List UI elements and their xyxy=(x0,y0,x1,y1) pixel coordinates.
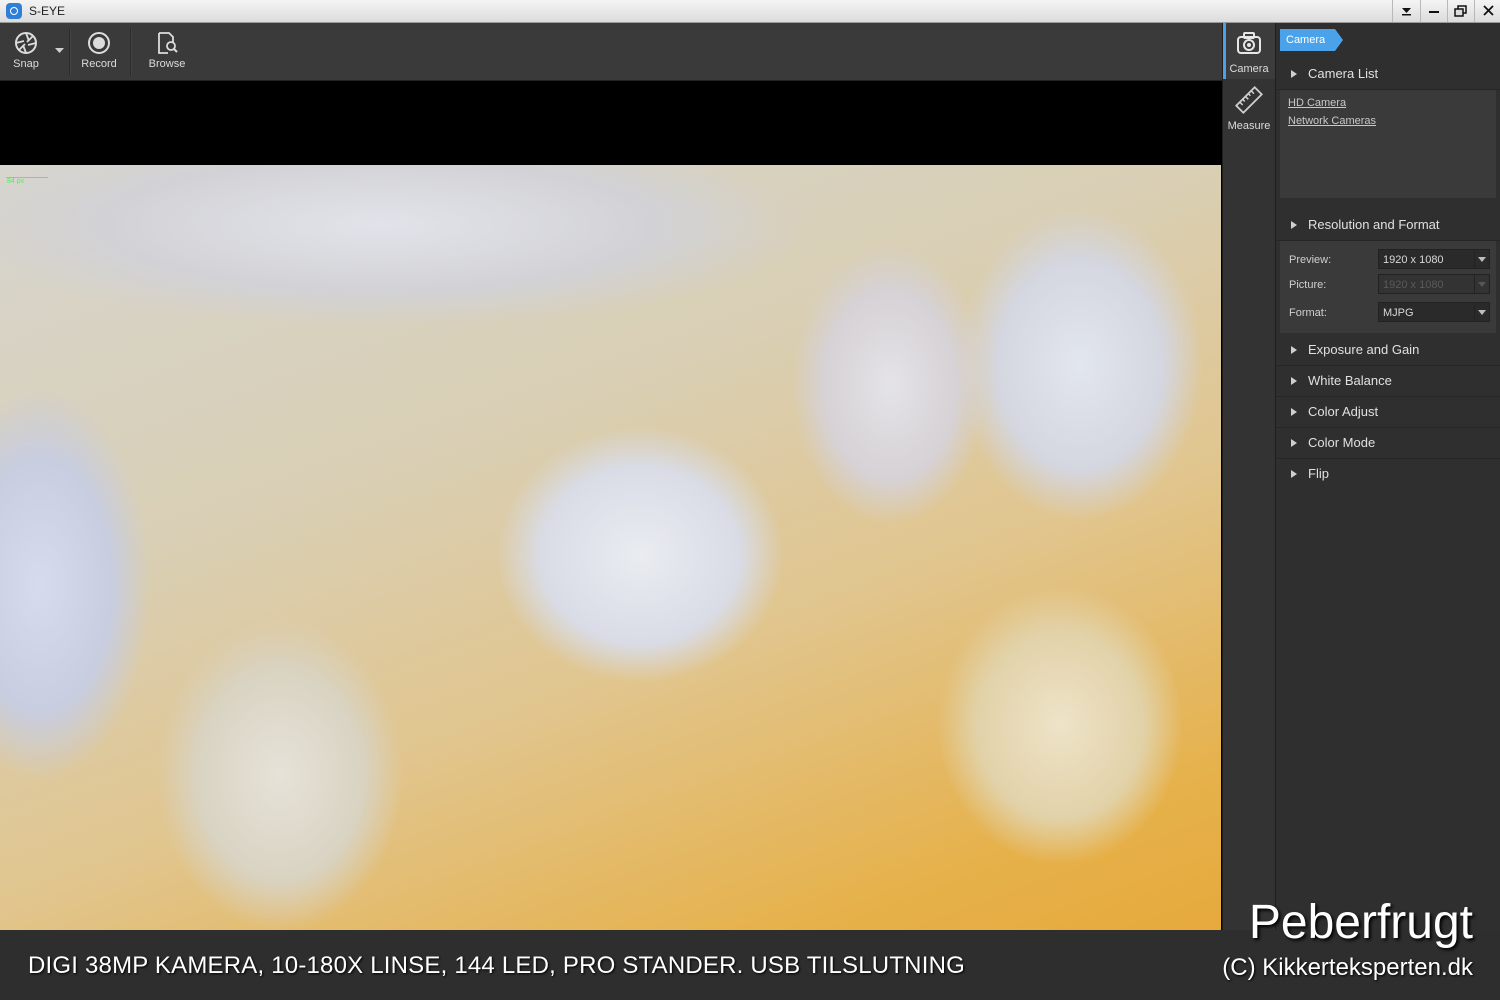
format-value: MJPG xyxy=(1383,307,1414,319)
tab-camera[interactable]: Camera xyxy=(1223,23,1275,79)
section-title: Color Mode xyxy=(1308,435,1376,450)
record-icon xyxy=(88,32,110,54)
window-menu-button[interactable] xyxy=(1392,0,1420,22)
section-title: Color Adjust xyxy=(1308,404,1379,419)
section-color-mode[interactable]: Color Mode xyxy=(1276,428,1500,459)
chevron-down-icon xyxy=(55,48,64,53)
toolbar-divider xyxy=(130,29,132,75)
section-white-balance[interactable]: White Balance xyxy=(1276,366,1500,397)
copyright-text: (C) Kikkerteksperten.dk xyxy=(1222,954,1473,981)
resolution-box: Preview: 1920 x 1080 Picture: 1920 x 108… xyxy=(1280,241,1496,333)
format-select[interactable]: MJPG xyxy=(1378,302,1490,322)
section-title: Camera List xyxy=(1308,66,1379,81)
restore-button[interactable] xyxy=(1447,0,1475,22)
camera-shutter-icon xyxy=(15,32,37,54)
preview-resolution-value: 1920 x 1080 xyxy=(1383,254,1444,266)
subject-title: Peberfrugt xyxy=(1248,896,1473,949)
side-tab-bar: Camera Measure xyxy=(1222,23,1275,930)
preview-resolution-select[interactable]: 1920 x 1080 xyxy=(1378,249,1490,269)
section-title: Flip xyxy=(1308,466,1329,481)
section-camera-list[interactable]: Camera List xyxy=(1276,59,1500,90)
close-button[interactable] xyxy=(1474,0,1500,22)
window-title: S-EYE xyxy=(29,4,66,18)
tab-measure[interactable]: Measure xyxy=(1223,80,1275,136)
breadcrumb[interactable]: Camera xyxy=(1280,29,1344,51)
expand-triangle-icon xyxy=(1291,346,1297,354)
section-title: White Balance xyxy=(1308,373,1392,388)
preview-label: Preview: xyxy=(1289,254,1332,266)
settings-panel: Camera Camera List HD Camera Network Cam… xyxy=(1275,23,1500,930)
minimize-button[interactable] xyxy=(1420,0,1448,22)
camera-preview-area[interactable] xyxy=(0,81,1222,962)
toolbar-divider xyxy=(69,29,71,75)
browse-button[interactable]: Browse xyxy=(140,23,194,80)
expand-triangle-icon xyxy=(1291,70,1297,78)
scale-label: 84 px xyxy=(7,178,25,185)
expand-triangle-icon xyxy=(1291,470,1297,478)
record-label: Record xyxy=(81,58,117,70)
chevron-down-icon xyxy=(1402,8,1411,16)
section-title: Exposure and Gain xyxy=(1308,342,1420,357)
snap-options-button[interactable] xyxy=(52,23,68,80)
live-preview-image xyxy=(0,165,1221,962)
chevron-down-icon xyxy=(1474,303,1489,321)
title-bar: S-EYE xyxy=(0,0,1500,23)
picture-resolution-value: 1920 x 1080 xyxy=(1383,279,1444,291)
tab-measure-label: Measure xyxy=(1227,120,1271,132)
picture-resolution-select: 1920 x 1080 xyxy=(1378,274,1490,294)
expand-triangle-icon xyxy=(1291,377,1297,385)
picture-label: Picture: xyxy=(1289,279,1327,291)
chevron-down-icon xyxy=(1474,250,1489,268)
app-icon xyxy=(6,3,22,19)
section-resolution-format[interactable]: Resolution and Format xyxy=(1276,210,1500,241)
record-button[interactable]: Record xyxy=(74,23,124,80)
expand-triangle-icon xyxy=(1291,408,1297,416)
expand-triangle-icon xyxy=(1291,439,1297,447)
browse-label: Browse xyxy=(148,58,186,70)
section-title: Resolution and Format xyxy=(1308,217,1440,232)
section-color-adjust[interactable]: Color Adjust xyxy=(1276,397,1500,428)
camera-list-box: HD Camera Network Cameras xyxy=(1280,90,1496,198)
expand-triangle-icon xyxy=(1291,221,1297,229)
close-icon xyxy=(1483,5,1494,16)
ruler-icon xyxy=(1235,86,1263,114)
camera-icon xyxy=(1237,32,1261,54)
minimize-icon xyxy=(1429,11,1439,13)
section-flip[interactable]: Flip xyxy=(1276,459,1500,489)
format-label: Format: xyxy=(1289,307,1327,319)
toolbar: Snap Record Browse xyxy=(0,23,1222,81)
snap-label: Snap xyxy=(13,58,39,70)
tab-camera-label: Camera xyxy=(1229,63,1269,75)
browse-icon xyxy=(158,32,178,54)
snap-button[interactable]: Snap xyxy=(4,23,48,80)
product-caption: DIGI 38MP KAMERA, 10-180X LINSE, 144 LED… xyxy=(28,952,965,979)
restore-icon xyxy=(1454,5,1467,17)
chevron-down-icon xyxy=(1474,275,1489,293)
section-exposure-gain[interactable]: Exposure and Gain xyxy=(1276,335,1500,366)
camera-list-item[interactable]: Network Cameras xyxy=(1288,115,1376,127)
camera-list-item[interactable]: HD Camera xyxy=(1288,97,1346,109)
